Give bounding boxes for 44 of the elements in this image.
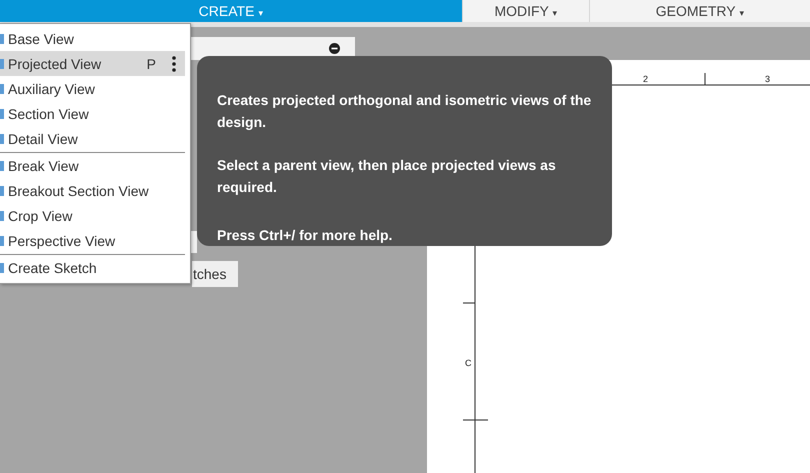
view-icon xyxy=(0,186,4,196)
shortcut-key: P xyxy=(146,56,156,72)
column-label: 3 xyxy=(765,74,770,84)
menu-item[interactable]: Perspective View xyxy=(0,228,185,253)
view-icon xyxy=(0,134,4,144)
menu-item[interactable]: Auxiliary View xyxy=(0,76,185,101)
menu-item-label: Create Sketch xyxy=(8,260,98,276)
tooltip-text: Creates projected orthogonal and isometric views of the design. xyxy=(217,91,592,132)
more-icon[interactable] xyxy=(172,56,176,72)
collapse-icon[interactable] xyxy=(329,43,340,54)
view-icon xyxy=(0,160,4,170)
menu-item[interactable]: Breakout Section View xyxy=(0,178,185,203)
view-icon xyxy=(0,34,4,44)
menu-item-label: Perspective View xyxy=(8,232,116,248)
menu-item[interactable]: Section View xyxy=(0,101,185,126)
menu-item[interactable]: Crop View xyxy=(0,203,185,228)
view-icon xyxy=(0,108,4,118)
menu-item-label: Break View xyxy=(8,158,80,174)
caret-icon: ▾ xyxy=(739,8,744,18)
menu-item-label: Breakout Section View xyxy=(8,182,150,198)
menu-item-label: Section View xyxy=(8,106,90,122)
menu-item[interactable]: Base View xyxy=(0,26,185,51)
view-icon xyxy=(0,84,4,94)
view-icon xyxy=(0,210,4,220)
menu-item[interactable]: Break View xyxy=(0,153,185,178)
menu-item-label: Base View xyxy=(8,30,75,46)
column-label: 2 xyxy=(643,74,648,84)
menu-item-label: Detail View xyxy=(8,130,79,146)
menu-item-label: Crop View xyxy=(8,208,74,224)
menu-item[interactable]: Projected View P xyxy=(0,51,185,76)
panel-field[interactable] xyxy=(191,231,197,253)
menu-item[interactable]: Create Sketch xyxy=(0,255,185,280)
tooltip-text: Press Ctrl+/ for more help. xyxy=(217,226,394,245)
view-icon xyxy=(0,262,4,272)
caret-icon: ▾ xyxy=(258,8,264,18)
panel-button[interactable]: tches xyxy=(192,261,238,287)
view-icon xyxy=(0,236,4,246)
caret-icon: ▾ xyxy=(552,8,558,18)
menu-item-label: Projected View xyxy=(8,56,102,72)
menu-item-label: Auxiliary View xyxy=(8,80,96,96)
menu-item[interactable]: Detail View xyxy=(0,126,185,151)
view-icon xyxy=(0,58,4,68)
row-label: C xyxy=(465,358,472,368)
tooltip-text: Select a parent view, then place projected views as required. xyxy=(217,156,557,197)
